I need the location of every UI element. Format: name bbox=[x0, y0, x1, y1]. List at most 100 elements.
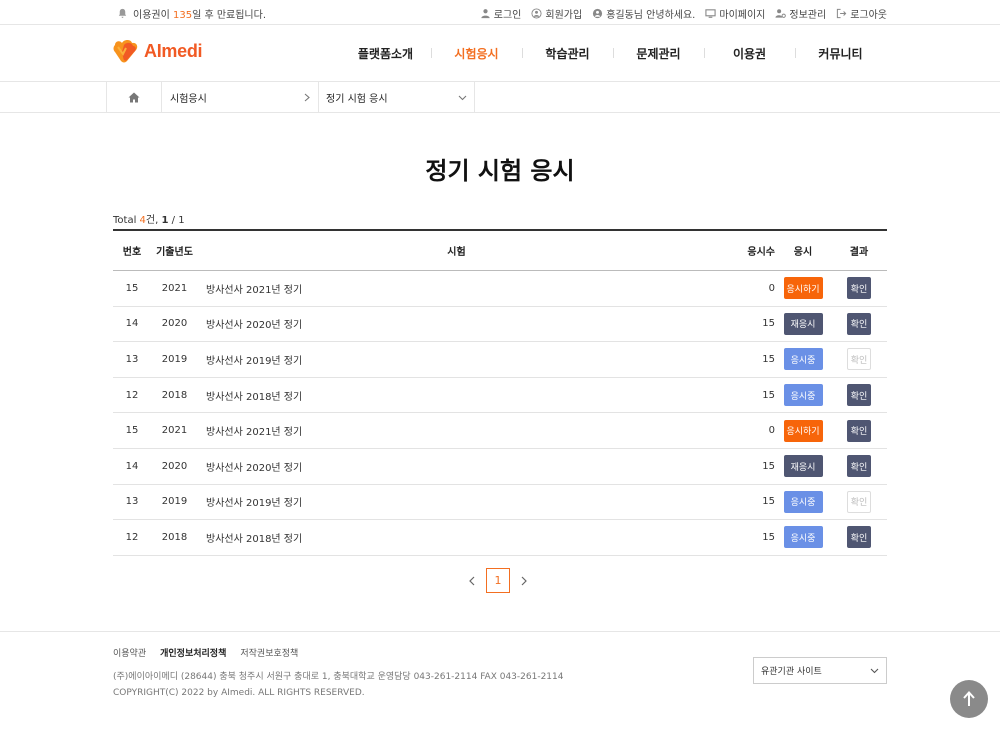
nav-exam[interactable]: 시험응시 bbox=[431, 45, 522, 62]
cell-result: 확인 bbox=[831, 455, 887, 478]
nav-questions[interactable]: 문제관리 bbox=[613, 45, 704, 62]
chevron-right-icon bbox=[521, 576, 527, 585]
total-label: Total bbox=[113, 215, 140, 226]
exam-button[interactable]: 응시중 bbox=[783, 526, 823, 549]
user-circle-icon bbox=[593, 8, 603, 19]
signup-link[interactable]: 회원가입 bbox=[531, 6, 582, 21]
total-unit: 건, bbox=[145, 215, 162, 226]
cell-year: 2020 bbox=[161, 460, 188, 472]
chevron-right-icon bbox=[304, 93, 310, 102]
cell-year: 2021 bbox=[161, 425, 188, 437]
table-row: 15 2021 방사선사 2021년 정기 0 응시하기 확인 bbox=[113, 271, 887, 307]
cell-result: 확인 bbox=[831, 277, 887, 300]
result-button[interactable]: 확인 bbox=[847, 277, 871, 300]
cell-count: 15 bbox=[762, 389, 775, 401]
next-page-button[interactable] bbox=[516, 569, 532, 593]
info-manage-link[interactable]: 정보관리 bbox=[775, 6, 826, 21]
logout-label: 로그아웃 bbox=[850, 10, 887, 21]
cell-count: 15 bbox=[762, 531, 775, 543]
exam-button[interactable]: 응시중 bbox=[783, 384, 823, 407]
cell-name: 방사선사 2021년 정기 bbox=[206, 284, 303, 296]
nav-ticket[interactable]: 이용권 bbox=[704, 45, 795, 62]
exam-button[interactable]: 재응시 bbox=[783, 455, 823, 478]
page-1-button[interactable]: 1 bbox=[486, 568, 510, 593]
login-link[interactable]: 로그인 bbox=[480, 6, 521, 21]
nav-platform[interactable]: 플랫폼소개 bbox=[340, 45, 431, 62]
prev-page-button[interactable] bbox=[464, 569, 480, 593]
cell-no: 13 bbox=[125, 496, 139, 508]
table-row: 12 2018 방사선사 2018년 정기 15 응시중 확인 bbox=[113, 520, 887, 556]
cell-name: 방사선사 2020년 정기 bbox=[206, 462, 303, 474]
cell-no: 15 bbox=[125, 425, 139, 437]
nav-study[interactable]: 학습관리 bbox=[522, 45, 613, 62]
exam-button[interactable]: 응시하기 bbox=[783, 277, 823, 300]
nav-community[interactable]: 커뮤니티 bbox=[795, 45, 886, 62]
footer-links: 이용약관 개인정보처리정책 저작권보호정책 bbox=[113, 646, 298, 659]
scroll-top-button[interactable] bbox=[950, 680, 988, 718]
notice-pre: 이용권이 bbox=[133, 10, 173, 21]
breadcrumb-level1[interactable]: 시험응시 bbox=[162, 82, 319, 113]
cell-no: 14 bbox=[125, 318, 139, 330]
result-button[interactable]: 확인 bbox=[847, 384, 871, 407]
col-no: 번호 bbox=[122, 247, 142, 258]
result-button[interactable]: 확인 bbox=[847, 526, 871, 549]
monitor-icon bbox=[705, 9, 717, 18]
total-count: Total 4건, 1 / 1 bbox=[113, 211, 185, 226]
result-button[interactable]: 확인 bbox=[847, 490, 871, 513]
breadcrumb-level1-label: 시험응시 bbox=[170, 94, 207, 105]
cell-result: 확인 bbox=[831, 348, 887, 371]
cell-name: 방사선사 2018년 정기 bbox=[206, 391, 303, 403]
cell-result: 확인 bbox=[831, 526, 887, 549]
cell-no: 13 bbox=[125, 353, 139, 365]
top-utility-bar: 이용권이 135일 후 만료됩니다. 로그인 회원가입 홍길동님 안녕하세요. … bbox=[0, 0, 1000, 25]
exam-button[interactable]: 응시중 bbox=[783, 490, 823, 513]
result-button[interactable]: 확인 bbox=[847, 312, 871, 335]
table-row: 15 2021 방사선사 2021년 정기 0 응시하기 확인 bbox=[113, 413, 887, 449]
table-row: 14 2020 방사선사 2020년 정기 15 재응시 확인 bbox=[113, 307, 887, 343]
greeting: 홍길동님 안녕하세요. bbox=[592, 6, 695, 21]
cell-no: 15 bbox=[125, 282, 139, 294]
exam-button[interactable]: 재응시 bbox=[783, 312, 823, 335]
logout-link[interactable]: 로그아웃 bbox=[836, 6, 887, 21]
cell-count: 15 bbox=[762, 460, 775, 472]
site-logo[interactable]: AImedi bbox=[112, 39, 203, 63]
footer-terms-link[interactable]: 이용약관 bbox=[113, 646, 146, 659]
mypage-label: 마이페이지 bbox=[719, 10, 766, 21]
footer-copyright-policy-link[interactable]: 저작권보호정책 bbox=[240, 646, 298, 659]
cell-count: 15 bbox=[762, 318, 775, 330]
related-sites-select[interactable]: 유관기관 사이트 bbox=[753, 657, 887, 684]
related-sites-label: 유관기관 사이트 bbox=[761, 667, 822, 677]
logo-wordmark: AImedi bbox=[144, 40, 203, 61]
col-year: 기출년도 bbox=[156, 247, 193, 258]
mypage-link[interactable]: 마이페이지 bbox=[705, 6, 765, 21]
cell-name: 방사선사 2018년 정기 bbox=[206, 533, 303, 545]
notice-days: 135 bbox=[172, 10, 193, 21]
footer-copyright: COPYRIGHT(C) 2022 by AImedi. ALL RIGHTS … bbox=[113, 688, 365, 698]
breadcrumb-level2-label: 정기 시험 응시 bbox=[326, 94, 388, 105]
cell-name: 방사선사 2020년 정기 bbox=[206, 320, 303, 332]
exam-button[interactable]: 응시하기 bbox=[783, 419, 823, 442]
cell-year: 2018 bbox=[161, 389, 188, 401]
notice-post: 일 후 만료됩니다. bbox=[192, 10, 267, 21]
exam-button[interactable]: 응시중 bbox=[783, 348, 823, 371]
cell-result: 확인 bbox=[831, 490, 887, 513]
table-row: 13 2019 방사선사 2019년 정기 15 응시중 확인 bbox=[113, 485, 887, 521]
bell-icon bbox=[118, 8, 127, 18]
cell-year: 2019 bbox=[161, 353, 188, 365]
cell-year: 2018 bbox=[161, 531, 188, 543]
table-row: 13 2019 방사선사 2019년 정기 15 응시중 확인 bbox=[113, 342, 887, 378]
result-button[interactable]: 확인 bbox=[847, 419, 871, 442]
utility-links: 로그인 회원가입 홍길동님 안녕하세요. 마이페이지 정보관리 로그아웃 bbox=[480, 6, 887, 21]
cell-result: 확인 bbox=[831, 384, 887, 407]
result-button[interactable]: 확인 bbox=[847, 348, 871, 371]
result-button[interactable]: 확인 bbox=[847, 455, 871, 478]
arrow-up-icon bbox=[963, 691, 975, 706]
footer-address: (주)에이아이메디 (28644) 충북 청주시 서원구 충대로 1, 충북대학… bbox=[113, 672, 564, 682]
cell-name: 방사선사 2021년 정기 bbox=[206, 427, 303, 439]
info-manage-label: 정보관리 bbox=[789, 10, 827, 21]
breadcrumb-home[interactable] bbox=[106, 82, 162, 113]
cell-year: 2019 bbox=[161, 496, 188, 508]
user-circle-icon bbox=[531, 8, 542, 19]
footer-privacy-link[interactable]: 개인정보처리정책 bbox=[160, 646, 226, 659]
breadcrumb-level2-select[interactable]: 정기 시험 응시 bbox=[319, 82, 475, 113]
